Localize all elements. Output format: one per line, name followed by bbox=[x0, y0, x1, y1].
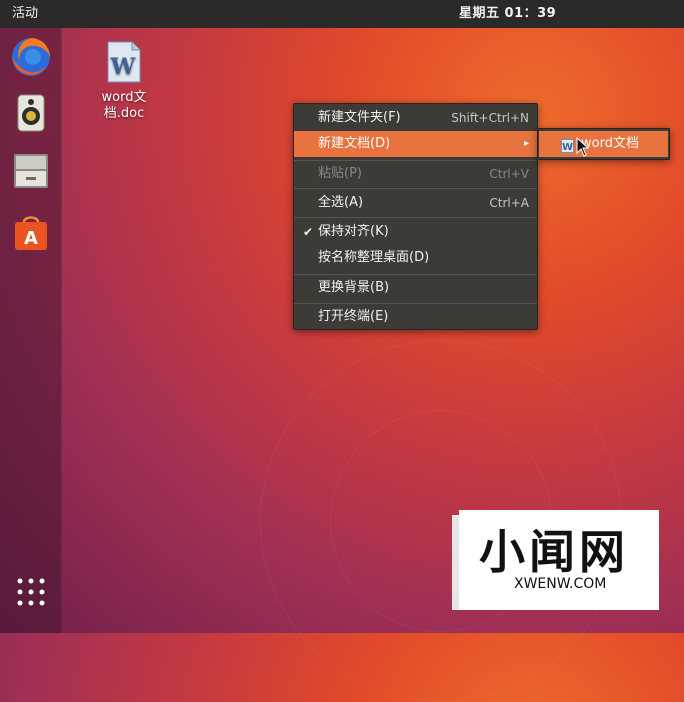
watermark-logo: 小闻网 XWENW.COM bbox=[459, 510, 659, 610]
menu-item-label: 保持对齐(K) bbox=[318, 224, 389, 239]
menu-separator bbox=[294, 217, 537, 218]
menu-item-organize-by-name[interactable]: 按名称整理桌面(D) bbox=[294, 245, 537, 271]
desktop-context-menu: 新建文件夹(F) Shift+Ctrl+N 新建文档(D) ▸ 粘贴(P) Ct… bbox=[293, 103, 538, 330]
mouse-cursor-icon bbox=[576, 136, 590, 157]
files-icon[interactable] bbox=[9, 149, 53, 193]
shortcut-label: Ctrl+V bbox=[489, 167, 529, 181]
menu-item-keep-aligned[interactable]: ✔ 保持对齐(K) bbox=[294, 219, 537, 245]
clock[interactable]: 星期五 01：39 bbox=[459, 0, 556, 28]
menu-item-change-background[interactable]: 更换背景(B) bbox=[294, 275, 537, 301]
menu-item-label: 粘贴(P) bbox=[318, 166, 362, 181]
menu-item-label: 新建文档(D) bbox=[318, 136, 391, 151]
shortcut-label: Ctrl+A bbox=[489, 196, 529, 210]
submenu-item-word-document[interactable]: W word文档 bbox=[539, 131, 668, 157]
word-document-icon: W bbox=[561, 137, 574, 153]
launcher: A bbox=[0, 28, 62, 633]
menu-item-open-terminal[interactable]: 打开终端(E) bbox=[294, 304, 537, 330]
svg-text:W: W bbox=[110, 54, 136, 80]
menu-item-new-folder[interactable]: 新建文件夹(F) Shift+Ctrl+N bbox=[294, 105, 537, 131]
menu-item-label: 更换背景(B) bbox=[318, 280, 390, 295]
menu-item-label: 打开终端(E) bbox=[318, 309, 389, 324]
shortcut-label: Shift+Ctrl+N bbox=[451, 111, 529, 125]
watermark-domain: XWENW.COM bbox=[514, 576, 607, 592]
show-apps-icon[interactable] bbox=[15, 576, 47, 608]
checkmark-icon: ✔ bbox=[303, 225, 314, 239]
software-center-icon[interactable]: A bbox=[9, 210, 53, 254]
activities-button[interactable]: 活动 bbox=[12, 0, 38, 28]
word-document-icon: W bbox=[106, 40, 142, 84]
menu-item-new-document[interactable]: 新建文档(D) ▸ bbox=[294, 131, 537, 157]
rhythmbox-icon[interactable] bbox=[9, 91, 53, 135]
submenu-arrow-icon: ▸ bbox=[523, 138, 529, 149]
menu-item-paste[interactable]: 粘贴(P) Ctrl+V bbox=[294, 161, 537, 187]
watermark-title: 小闻网 bbox=[479, 525, 629, 579]
top-bar: 活动 星期五 01：39 bbox=[0, 0, 684, 28]
desktop-file[interactable]: W word文档.doc bbox=[88, 40, 160, 122]
menu-item-label: 新建文件夹(F) bbox=[318, 110, 401, 125]
svg-text:W: W bbox=[562, 142, 573, 153]
desktop-file-label: word文档.doc bbox=[101, 90, 147, 121]
menu-item-label: 按名称整理桌面(D) bbox=[318, 250, 430, 265]
menu-item-label: 全选(A) bbox=[318, 195, 364, 210]
firefox-icon[interactable] bbox=[9, 35, 53, 79]
menu-item-select-all[interactable]: 全选(A) Ctrl+A bbox=[294, 190, 537, 216]
svg-text:A: A bbox=[24, 228, 38, 249]
new-document-submenu: W word文档 bbox=[537, 128, 670, 160]
menu-separator bbox=[294, 188, 537, 189]
